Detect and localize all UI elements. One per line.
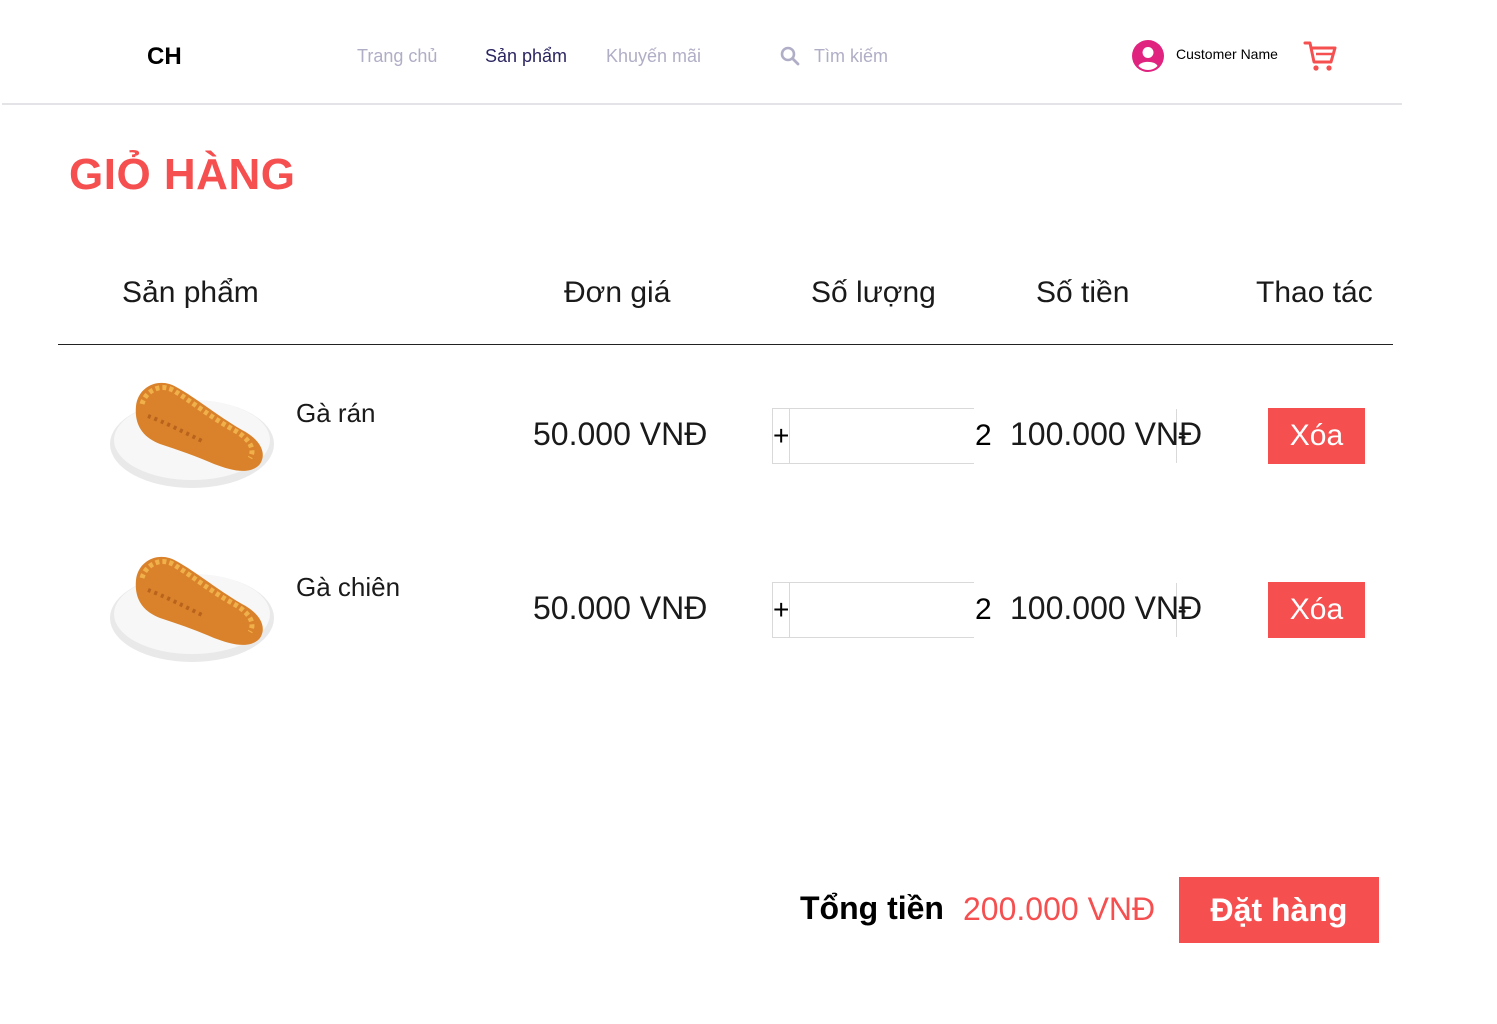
quantity-stepper: + -: [772, 408, 1187, 464]
fried-chicken-image: [110, 556, 274, 662]
top-navbar: CH Trang chủ Sản phẩm Khuyến mãi Custome…: [2, 0, 1402, 105]
cart-page: CH Trang chủ Sản phẩm Khuyến mãi Custome…: [0, 0, 1497, 1024]
column-header-product: Sản phẩm: [122, 276, 259, 309]
search-icon[interactable]: [780, 46, 800, 66]
table-row: Gà chiên 50.000 VNĐ + - 100.000 VNĐ Xóa: [0, 546, 1497, 686]
column-header-actions: Thao tác: [1256, 276, 1373, 309]
nav-promotions[interactable]: Khuyến mãi: [606, 46, 701, 67]
search-input[interactable]: [814, 42, 1014, 70]
delete-button[interactable]: Xóa: [1268, 408, 1365, 464]
total-value: 200.000 VNĐ: [963, 891, 1156, 927]
product-name: Gà rán: [296, 398, 376, 428]
page-title: GIỎ HÀNG: [69, 150, 296, 199]
increase-quantity-button[interactable]: +: [773, 409, 791, 463]
row-amount: 100.000 VNĐ: [1010, 590, 1203, 626]
table-header-divider: [58, 344, 1393, 345]
logo[interactable]: CH: [147, 43, 182, 71]
customer-name[interactable]: Customer Name: [1176, 46, 1278, 62]
nav-products[interactable]: Sản phẩm: [485, 46, 567, 67]
shopping-cart-icon[interactable]: [1302, 38, 1338, 74]
row-amount: 100.000 VNĐ: [1010, 416, 1203, 452]
total-label: Tổng tiền: [800, 890, 944, 926]
increase-quantity-button[interactable]: +: [773, 583, 791, 637]
place-order-button[interactable]: Đặt hàng: [1179, 877, 1379, 943]
nav-home[interactable]: Trang chủ: [357, 46, 437, 67]
unit-price: 50.000 VNĐ: [533, 416, 708, 452]
unit-price: 50.000 VNĐ: [533, 590, 708, 626]
fried-chicken-image: [110, 382, 274, 488]
quantity-stepper: + -: [772, 582, 1187, 638]
product-name: Gà chiên: [296, 572, 401, 602]
user-circle-icon[interactable]: [1132, 40, 1164, 72]
table-row: Gà rán 50.000 VNĐ + - 100.000 VNĐ Xóa: [0, 372, 1497, 512]
column-header-amount: Số tiền: [1036, 276, 1130, 309]
delete-button[interactable]: Xóa: [1268, 582, 1365, 638]
column-header-quantity: Số lượng: [811, 276, 936, 309]
column-header-unit-price: Đơn giá: [564, 276, 671, 309]
